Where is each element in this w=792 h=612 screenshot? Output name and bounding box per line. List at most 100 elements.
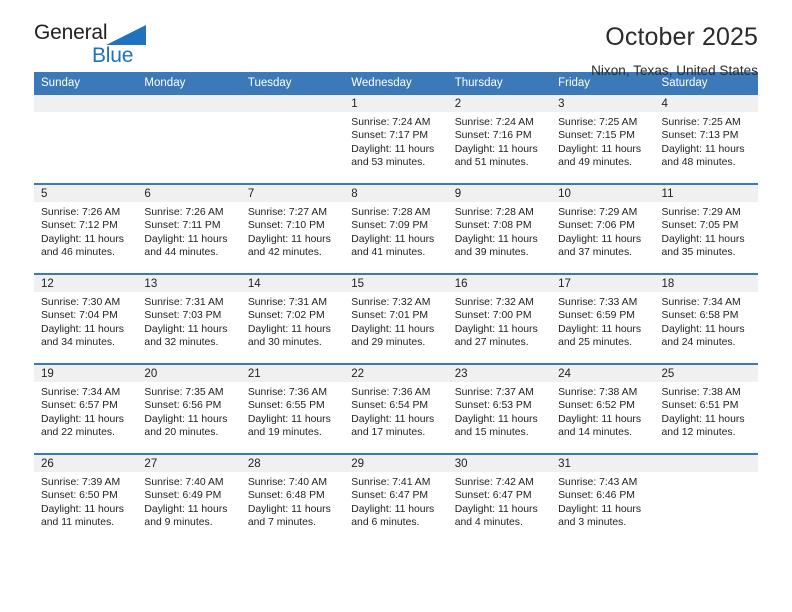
daylight-text-line2: and 14 minutes. [558, 427, 633, 439]
sunset-text: Sunset: 7:08 PM [454, 220, 532, 232]
sunrise-text: Sunrise: 7:36 AM [247, 387, 327, 398]
page-header: General Blue October 2025 Nixon, Texas, … [34, 0, 758, 78]
day-detail: Sunrise: 7:26 AM Sunset: 7:11 PM Daylight:… [137, 202, 240, 260]
day-number-band [34, 95, 138, 112]
day-number: 22 [344, 365, 448, 382]
calendar-cell-day-26[interactable]: 26 Sunrise: 7:39 AM Sunset: 6:50 PM Dayligh… [34, 453, 138, 543]
daylight-text-line2: and 48 minutes. [661, 157, 736, 169]
day-detail: Sunrise: 7:40 AM Sunset: 6:49 PM Daylight:… [137, 472, 240, 530]
day-detail: Sunrise: 7:25 AM Sunset: 7:13 PM Daylight:… [655, 112, 758, 170]
calendar-cell-day-18[interactable]: 18 Sunrise: 7:34 AM Sunset: 6:58 PM Dayligh… [654, 273, 758, 364]
calendar-cell-day-11[interactable]: 11 Sunrise: 7:29 AM Sunset: 7:05 PM Dayligh… [654, 183, 758, 274]
daylight-text-line2: and 3 minutes. [558, 517, 627, 529]
daylight-text-line1: Daylight: 11 hours [661, 413, 745, 425]
daylight-text-line2: and 30 minutes. [247, 337, 322, 349]
calendar-cell-day-24[interactable]: 24 Sunrise: 7:38 AM Sunset: 6:52 PM Dayligh… [551, 363, 655, 454]
sunrise-text: Sunrise: 7:26 AM [41, 207, 121, 218]
day-detail: Sunrise: 7:29 AM Sunset: 7:06 PM Daylight:… [551, 202, 654, 260]
calendar-cell-day-15[interactable]: 15 Sunrise: 7:32 AM Sunset: 7:01 PM Dayligh… [344, 273, 448, 364]
daylight-text-line2: and 29 minutes. [351, 337, 426, 349]
calendar-cell-day-8[interactable]: 8 Sunrise: 7:28 AM Sunset: 7:09 PM Daylight… [344, 183, 448, 274]
day-detail: Sunrise: 7:24 AM Sunset: 7:17 PM Daylight:… [344, 112, 447, 170]
sunrise-text: Sunrise: 7:38 AM [558, 387, 638, 398]
calendar-cell-day-13[interactable]: 13 Sunrise: 7:31 AM Sunset: 7:03 PM Dayligh… [137, 273, 241, 364]
calendar-cell-day-5[interactable]: 5 Sunrise: 7:26 AM Sunset: 7:12 PM Daylight… [34, 183, 138, 274]
daylight-text-line1: Daylight: 11 hours [351, 413, 435, 425]
calendar-cell-day-20[interactable]: 20 Sunrise: 7:35 AM Sunset: 6:56 PM Dayligh… [137, 363, 241, 454]
daylight-text-line2: and 37 minutes. [558, 247, 633, 259]
calendar-cell-day-30[interactable]: 30 Sunrise: 7:42 AM Sunset: 6:47 PM Dayligh… [447, 453, 552, 543]
sunrise-text: Sunrise: 7:38 AM [661, 387, 741, 398]
daylight-text-line1: Daylight: 11 hours [247, 233, 331, 245]
daylight-text-line2: and 9 minutes. [144, 517, 213, 529]
logo-text-general: General [34, 21, 108, 44]
weekday-header-tuesday: Tuesday [240, 72, 345, 95]
daylight-text-line1: Daylight: 11 hours [558, 143, 642, 155]
day-number: 12 [34, 275, 138, 292]
daylight-text-line1: Daylight: 11 hours [558, 233, 642, 245]
calendar-cell-day-31[interactable]: 31 Sunrise: 7:43 AM Sunset: 6:46 PM Dayligh… [551, 453, 655, 543]
sunset-text: Sunset: 7:17 PM [351, 130, 429, 142]
daylight-text-line1: Daylight: 11 hours [247, 323, 331, 335]
calendar-cell-empty [34, 95, 138, 184]
day-number: 15 [344, 275, 448, 292]
daylight-text-line1: Daylight: 11 hours [661, 323, 745, 335]
calendar-cell-day-12[interactable]: 12 Sunrise: 7:30 AM Sunset: 7:04 PM Dayligh… [34, 273, 138, 364]
daylight-text-line1: Daylight: 11 hours [144, 233, 228, 245]
sunrise-text: Sunrise: 7:32 AM [454, 297, 534, 308]
calendar-table: Sunday Monday Tuesday Wednesday Thursday Frid… [34, 72, 758, 543]
sunrise-text: Sunrise: 7:34 AM [661, 297, 741, 308]
calendar-cell-day-1[interactable]: 1 Sunrise: 7:24 AM Sunset: 7:17 PM Daylight… [344, 95, 448, 184]
daylight-text-line2: and 34 minutes. [41, 337, 115, 349]
calendar-cell-day-19[interactable]: 19 Sunrise: 7:34 AM Sunset: 6:57 PM Dayligh… [34, 363, 138, 454]
calendar-cell-day-9[interactable]: 9 Sunrise: 7:28 AM Sunset: 7:08 PM Daylight… [447, 183, 552, 274]
calendar-cell-day-21[interactable]: 21 Sunrise: 7:36 AM Sunset: 6:55 PM Dayligh… [240, 363, 345, 454]
daylight-text-line1: Daylight: 11 hours [661, 143, 745, 155]
calendar-cell-day-2[interactable]: 2 Sunrise: 7:24 AM Sunset: 7:16 PM Daylight… [447, 95, 552, 184]
sunset-text: Sunset: 6:48 PM [247, 490, 325, 502]
sunrise-text: Sunrise: 7:25 AM [661, 117, 741, 128]
calendar-cell-day-7[interactable]: 7 Sunrise: 7:27 AM Sunset: 7:10 PM Daylight… [240, 183, 345, 274]
sunrise-text: Sunrise: 7:30 AM [41, 297, 121, 308]
calendar-cell-day-23[interactable]: 23 Sunrise: 7:37 AM Sunset: 6:53 PM Dayligh… [447, 363, 552, 454]
sunrise-text: Sunrise: 7:24 AM [454, 117, 534, 128]
daylight-text-line2: and 15 minutes. [454, 427, 529, 439]
sunrise-text: Sunrise: 7:27 AM [247, 207, 327, 218]
day-number: 16 [447, 275, 552, 292]
daylight-text-line1: Daylight: 11 hours [454, 143, 538, 155]
day-detail: Sunrise: 7:32 AM Sunset: 7:00 PM Daylight:… [448, 292, 551, 350]
calendar-cell-day-22[interactable]: 22 Sunrise: 7:36 AM Sunset: 6:54 PM Dayligh… [344, 363, 448, 454]
calendar-cell-day-3[interactable]: 3 Sunrise: 7:25 AM Sunset: 7:15 PM Daylight… [551, 95, 655, 184]
daylight-text-line1: Daylight: 11 hours [558, 503, 642, 515]
sunset-text: Sunset: 6:51 PM [661, 400, 739, 412]
calendar-cell-day-27[interactable]: 27 Sunrise: 7:40 AM Sunset: 6:49 PM Dayligh… [137, 453, 241, 543]
calendar-cell-empty [240, 95, 345, 184]
general-blue-logo[interactable]: General Blue [34, 22, 164, 74]
sunset-text: Sunset: 6:54 PM [351, 400, 429, 412]
sunset-text: Sunset: 7:00 PM [454, 310, 532, 322]
calendar-cell-day-29[interactable]: 29 Sunrise: 7:41 AM Sunset: 6:47 PM Dayligh… [344, 453, 448, 543]
day-detail: Sunrise: 7:28 AM Sunset: 7:08 PM Daylight:… [448, 202, 551, 260]
sunrise-text: Sunrise: 7:32 AM [351, 297, 431, 308]
day-number-band [240, 95, 345, 112]
day-number: 2 [447, 95, 552, 112]
day-number: 11 [654, 185, 758, 202]
calendar-cell-day-10[interactable]: 10 Sunrise: 7:29 AM Sunset: 7:06 PM Dayligh… [551, 183, 655, 274]
sunset-text: Sunset: 6:56 PM [144, 400, 222, 412]
daylight-text-line2: and 53 minutes. [351, 157, 426, 169]
weekday-header-thursday: Thursday [447, 72, 552, 95]
calendar-cell-day-4[interactable]: 4 Sunrise: 7:25 AM Sunset: 7:13 PM Daylight… [654, 95, 758, 184]
day-number-band [137, 95, 241, 112]
calendar-cell-day-28[interactable]: 28 Sunrise: 7:40 AM Sunset: 6:48 PM Dayligh… [240, 453, 345, 543]
daylight-text-line2: and 51 minutes. [454, 157, 529, 169]
daylight-text-line2: and 20 minutes. [144, 427, 219, 439]
calendar-cell-day-14[interactable]: 14 Sunrise: 7:31 AM Sunset: 7:02 PM Dayligh… [240, 273, 345, 364]
day-number: 13 [137, 275, 241, 292]
calendar-cell-day-17[interactable]: 17 Sunrise: 7:33 AM Sunset: 6:59 PM Dayligh… [551, 273, 655, 364]
calendar-cell-empty [137, 95, 241, 184]
calendar-cell-day-16[interactable]: 16 Sunrise: 7:32 AM Sunset: 7:00 PM Dayligh… [447, 273, 552, 364]
calendar-cell-day-25[interactable]: 25 Sunrise: 7:38 AM Sunset: 6:51 PM Dayligh… [654, 363, 758, 454]
sunset-text: Sunset: 7:04 PM [41, 310, 118, 322]
calendar-cell-day-6[interactable]: 6 Sunrise: 7:26 AM Sunset: 7:11 PM Daylight… [137, 183, 241, 274]
day-number: 27 [137, 455, 241, 472]
